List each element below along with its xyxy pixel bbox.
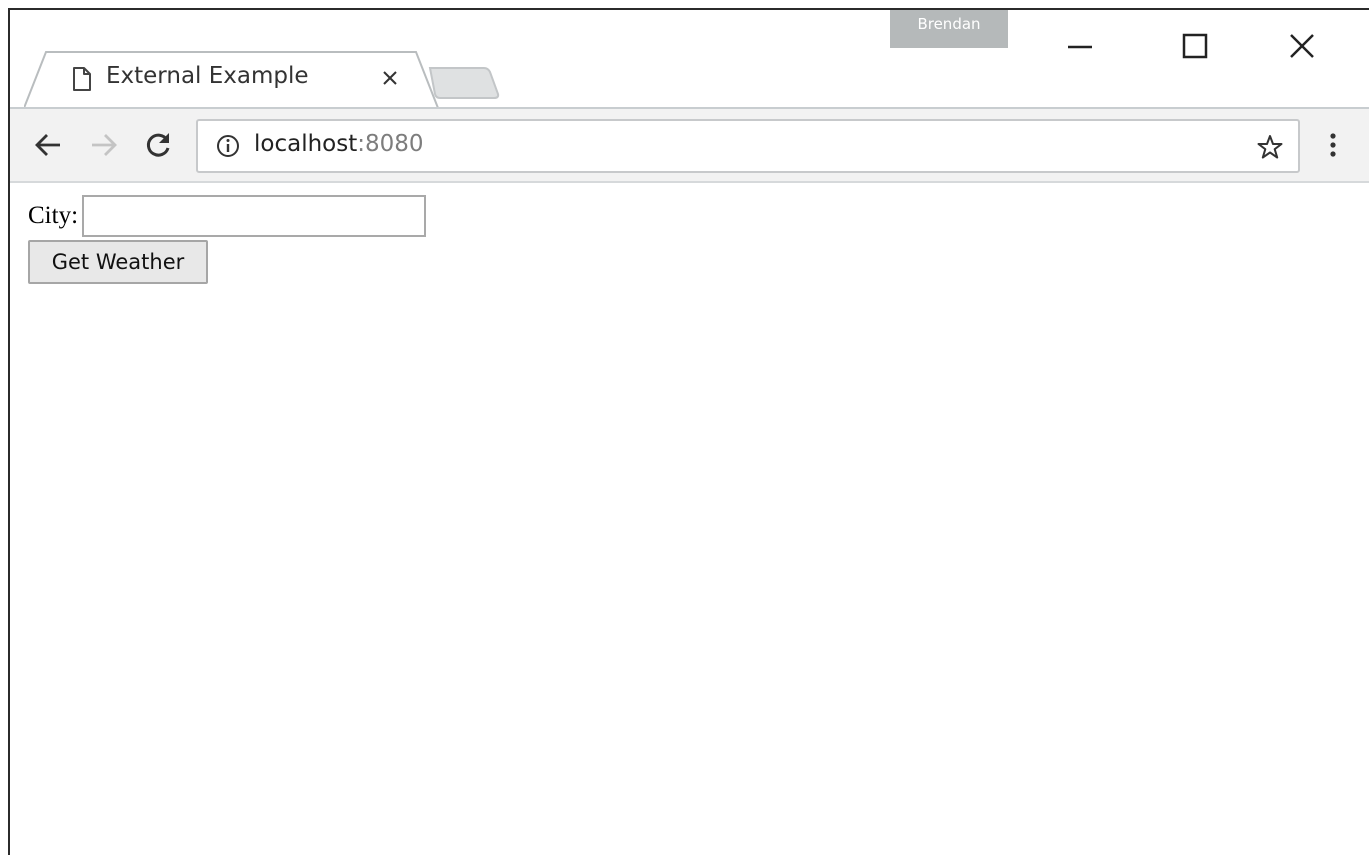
bookmark-star-icon[interactable] (1256, 133, 1284, 161)
maximize-icon (1182, 33, 1208, 59)
tab-strip: Brendan External Example (10, 10, 1369, 108)
city-row: City: (28, 195, 427, 237)
page-content: City: Get Weather (10, 183, 1369, 855)
document-icon (73, 67, 91, 91)
address-bar[interactable]: localhost:8080 (196, 119, 1300, 173)
tab-title: External Example (106, 63, 309, 89)
browser-toolbar: localhost:8080 (10, 107, 1369, 183)
city-label: City: (28, 202, 79, 229)
close-window-button[interactable] (1272, 24, 1332, 68)
tab-close-button[interactable] (378, 66, 402, 90)
tab-external-example[interactable]: External Example (24, 50, 440, 108)
browser-menu-button[interactable] (1318, 125, 1348, 165)
close-tab-icon (383, 71, 397, 85)
more-vert-icon (1330, 133, 1336, 157)
info-icon[interactable] (216, 134, 240, 158)
minimize-button[interactable] (1050, 24, 1110, 68)
forward-arrow-icon (92, 134, 117, 156)
city-input[interactable] (82, 195, 427, 237)
back-button[interactable] (28, 125, 68, 165)
back-arrow-icon (35, 134, 60, 156)
url-text: localhost:8080 (254, 131, 424, 157)
forward-button[interactable] (84, 125, 124, 165)
reload-icon (146, 133, 170, 157)
close-icon (1290, 34, 1314, 58)
url-port: :8080 (357, 131, 424, 157)
reload-button[interactable] (138, 125, 178, 165)
new-tab-button[interactable] (428, 66, 502, 100)
url-host: localhost (254, 131, 358, 157)
minimize-icon (1068, 45, 1092, 49)
browser-window: Brendan External Example localhost:8080 … (8, 8, 1369, 855)
profile-button[interactable]: Brendan (890, 10, 1008, 48)
get-weather-button[interactable]: Get Weather (28, 240, 208, 284)
maximize-button[interactable] (1165, 24, 1225, 68)
